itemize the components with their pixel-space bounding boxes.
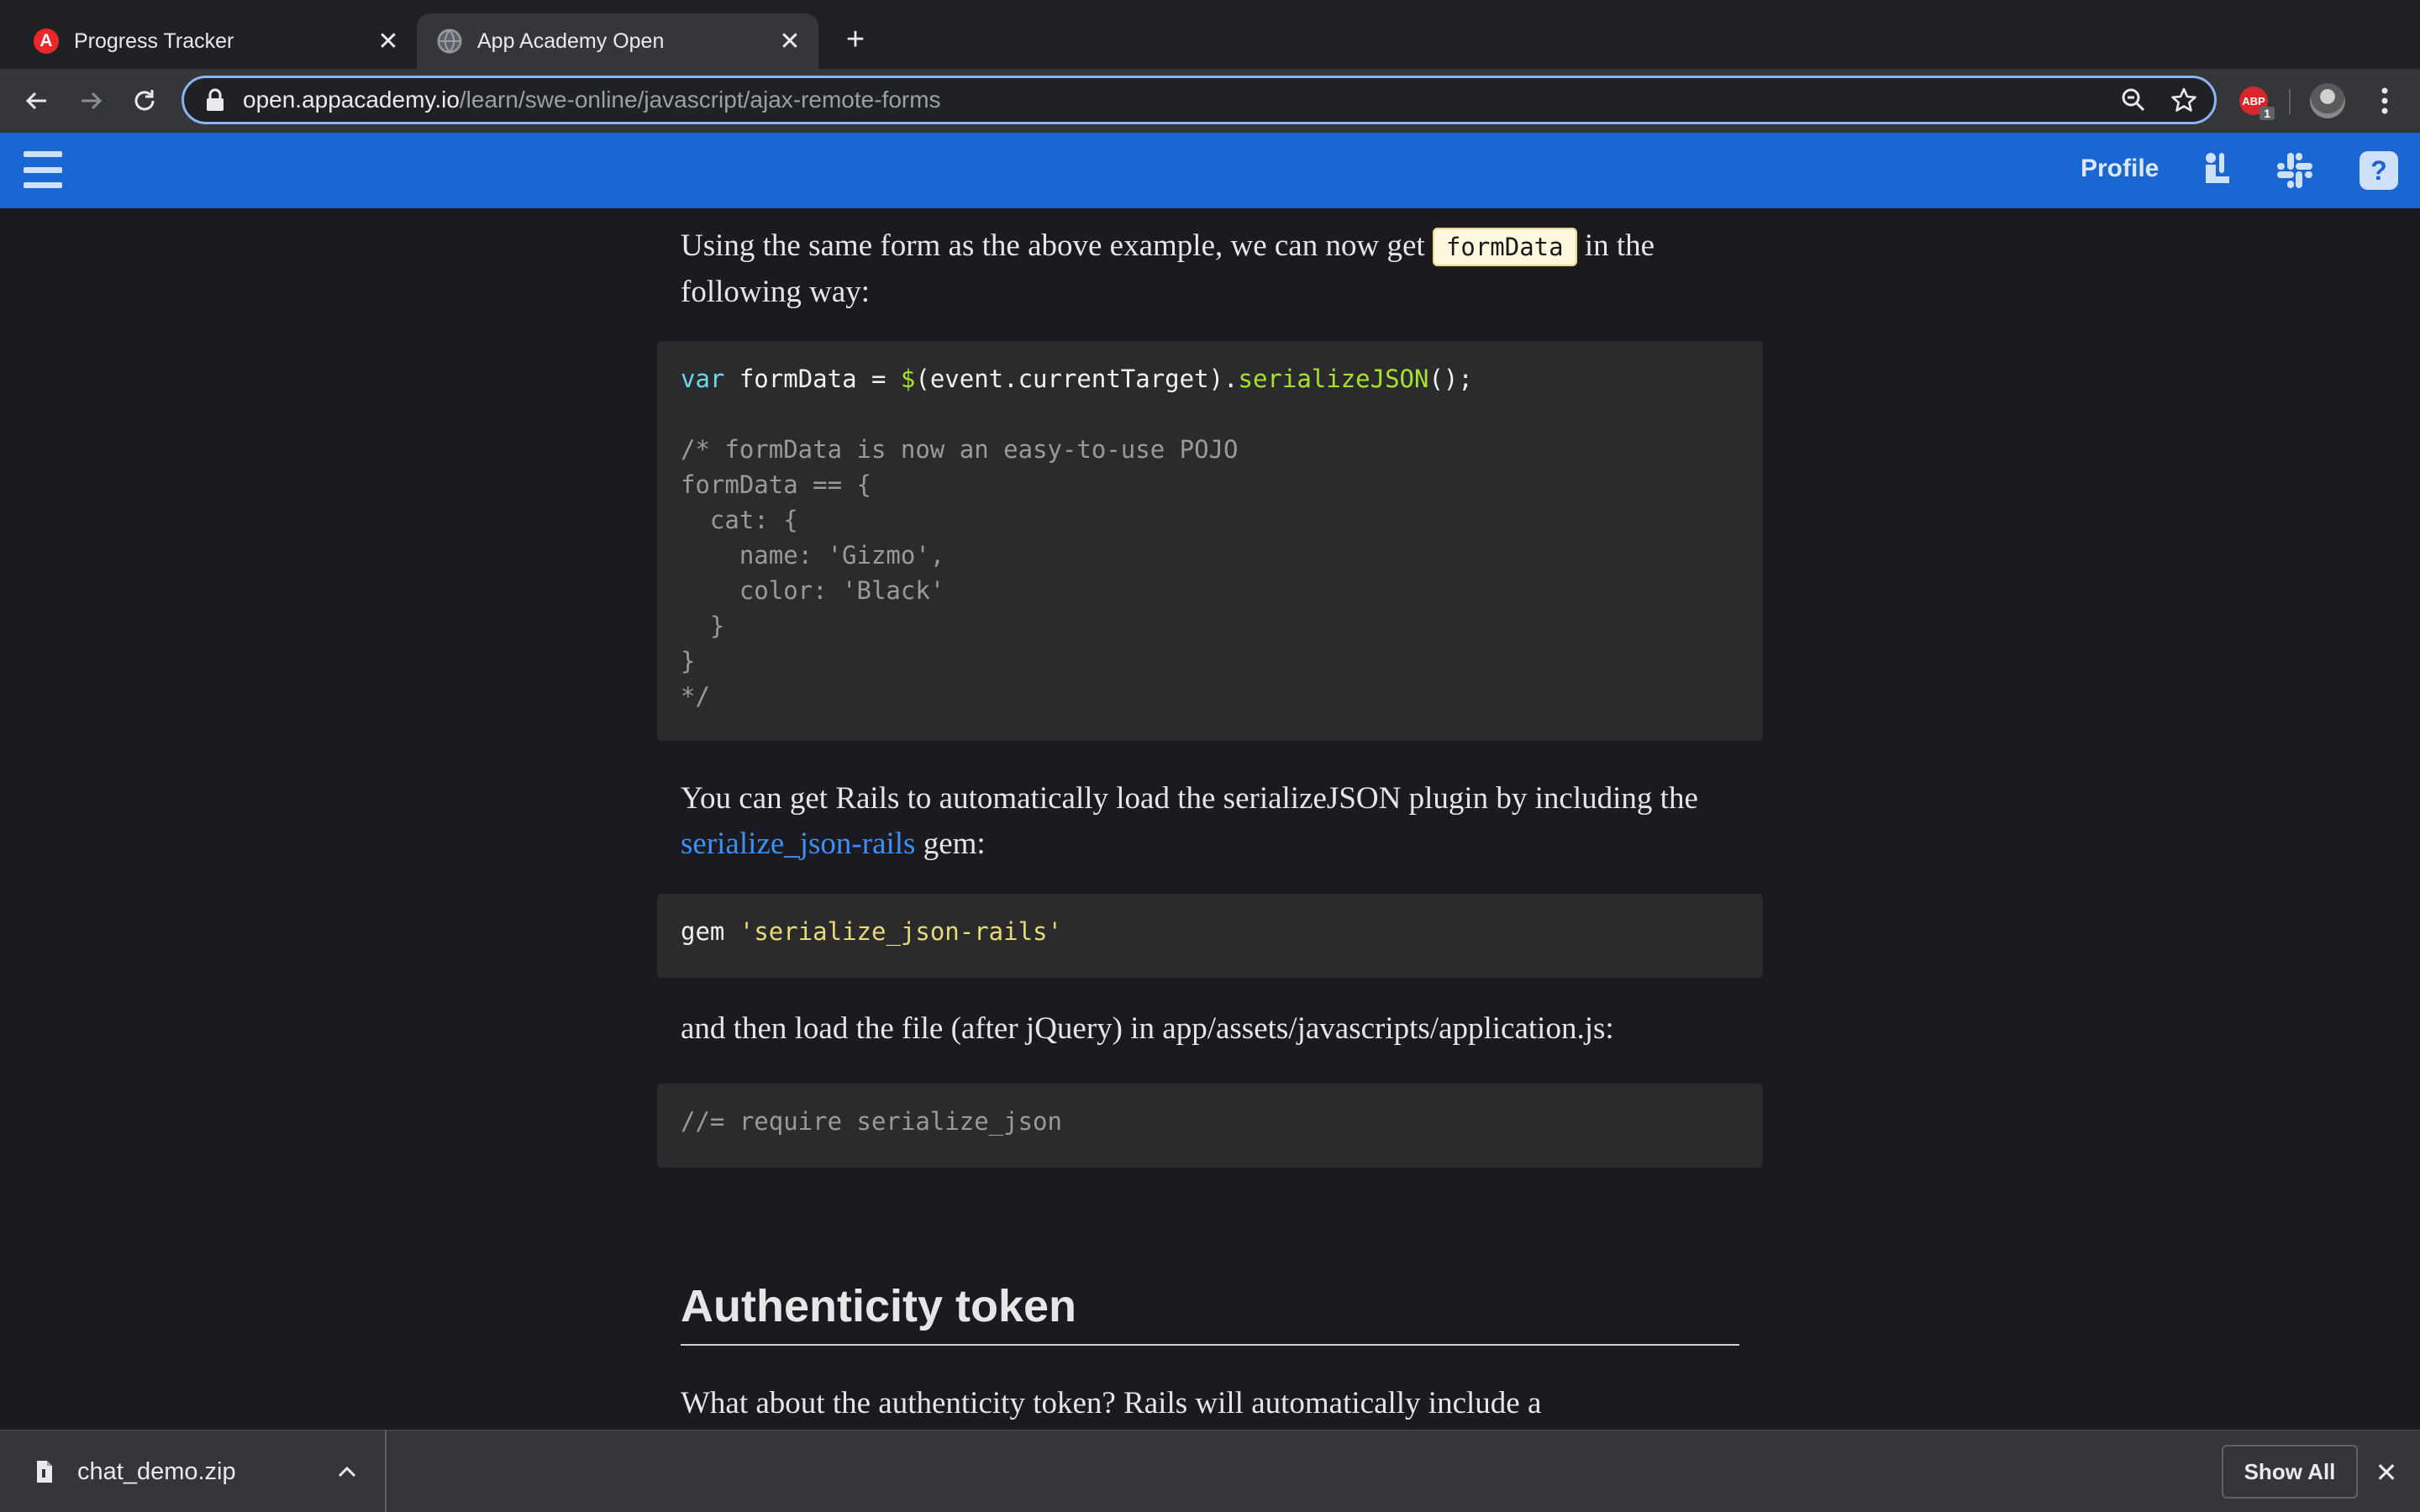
slack-icon[interactable] [2274,150,2316,192]
lesson-content: Using the same form as the above example… [0,208,2420,1430]
code-keyword: gem [681,917,725,946]
text: Using the same form as the above example… [681,228,1433,263]
code-text: (event.currentTarget). [915,365,1239,393]
code-block: gem 'serialize_json-rails' [657,894,1763,978]
url-path: /learn/swe-online/javascript/ajax-remote… [459,87,941,113]
tab-strip: A Progress Tracker ✕ App Academy Open ✕ … [0,0,2420,69]
profile-link[interactable]: Profile [2081,155,2159,183]
chevron-up-icon[interactable] [334,1459,360,1484]
show-all-button[interactable]: Show All [2222,1445,2358,1499]
help-icon[interactable]: ? [2358,150,2400,192]
adblock-extension-icon[interactable]: ABP 1 [2233,81,2275,121]
forward-icon[interactable] [71,81,111,121]
globe-icon [437,29,462,54]
paragraph: Using the same form as the above example… [681,223,1739,315]
text: You can get Rails to automatically load … [681,781,1698,816]
lock-icon [207,88,224,111]
code-block: var formData = $(event.currentTarget).se… [657,341,1763,741]
code-function: serializeJSON [1238,365,1429,393]
tab-title: Progress Tracker [74,29,234,53]
avatar [2310,83,2345,118]
download-shelf: chat_demo.zip Show All ✕ [0,1430,2420,1512]
download-item[interactable]: chat_demo.zip [0,1431,387,1512]
url-text[interactable]: open.appacademy.io/learn/swe-online/java… [243,87,2113,113]
adblock-count-badge: 1 [2260,107,2275,120]
hamburger-menu-icon[interactable] [24,151,62,188]
close-icon[interactable]: ✕ [775,26,805,56]
raise-hand-icon[interactable] [2196,150,2238,192]
close-icon[interactable]: ✕ [373,26,403,56]
reload-icon[interactable] [124,81,165,121]
browser-toolbar: open.appacademy.io/learn/swe-online/java… [0,69,2420,133]
code-text: formData = [724,365,901,393]
tab-app-academy-open[interactable]: App Academy Open ✕ [417,13,818,69]
code-comment: /* formData is now an easy-to-use POJO f… [681,435,1239,711]
code-block: //= require serialize_json [657,1084,1763,1168]
bookmark-star-icon[interactable] [2164,80,2204,120]
file-icon [37,1461,52,1483]
code-comment: //= require serialize_json [681,1107,1062,1136]
tab-progress-tracker[interactable]: A Progress Tracker ✕ [13,13,417,69]
url-host: open.appacademy.io [243,87,460,113]
angular-icon: A [34,29,59,54]
serialize-json-rails-link[interactable]: serialize_json-rails [681,827,915,861]
close-icon[interactable]: ✕ [2370,1456,2403,1489]
code-text: (); [1428,365,1473,393]
zoom-icon[interactable] [2113,80,2154,120]
site-header: Profile ? [0,133,2420,208]
code-string: 'serialize_json-rails' [739,917,1062,946]
code-keyword: var [681,365,725,393]
section-heading: Authenticity token [681,1280,1739,1346]
tab-title: App Academy Open [477,29,665,53]
new-tab-button[interactable]: + [839,24,872,57]
paragraph: and then load the file (after jQuery) in… [681,1011,1614,1046]
back-icon[interactable] [17,81,57,121]
paragraph: What about the authenticity token? Rails… [681,1386,1542,1420]
profile-avatar[interactable] [2307,81,2348,121]
toolbar-divider [2289,89,2291,114]
paragraph: You can get Rails to automatically load … [681,776,1739,867]
download-file-name: chat_demo.zip [77,1457,236,1485]
code-function: $ [900,365,916,393]
adblock-label: ABP [2242,94,2265,108]
inline-code: formData [1432,228,1577,266]
address-bar[interactable]: open.appacademy.io/learn/swe-online/java… [182,76,2217,124]
menu-kebab-icon[interactable] [2365,81,2405,121]
text: gem: [915,827,986,861]
